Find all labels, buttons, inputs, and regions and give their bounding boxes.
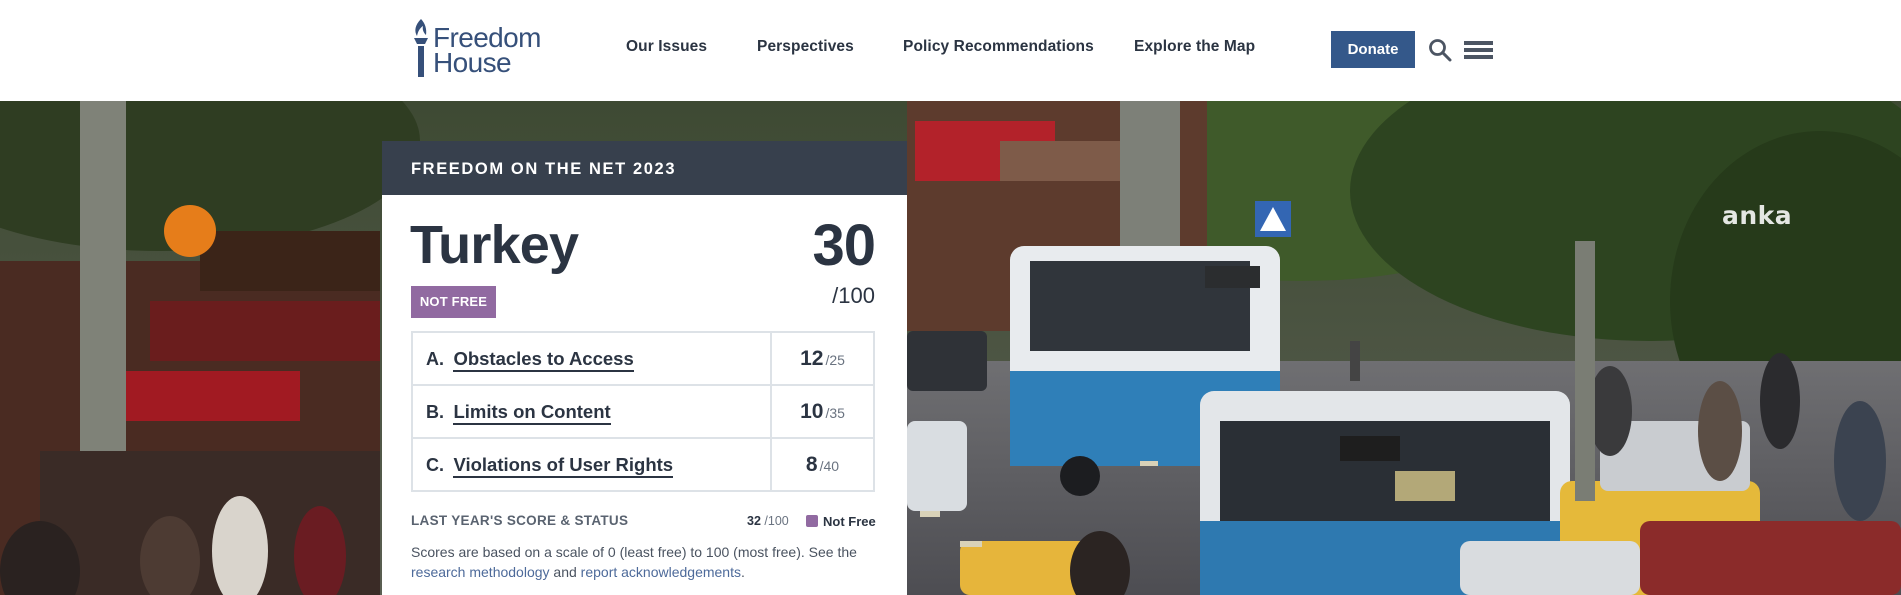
menu-bar [1464, 41, 1493, 45]
logo-wordmark: Freedom House [433, 24, 541, 78]
last-year-score-value: 32 [747, 514, 761, 528]
scale-note-end: . [740, 564, 745, 580]
category-score-cell: 12/25 [770, 331, 875, 386]
score-card: FREEDOM ON THE NET 2023 Turkey NOT FREE … [382, 141, 907, 595]
scale-note-text: Scores are based on a scale of 0 (least … [411, 544, 857, 560]
donate-button[interactable]: Donate [1331, 31, 1415, 68]
hero-banner: anka [0, 101, 1901, 595]
scale-note: Scores are based on a scale of 0 (least … [411, 542, 881, 582]
status-color-swatch [806, 515, 818, 527]
category-letter: C. [426, 454, 444, 475]
category-letter: B. [426, 401, 444, 422]
research-methodology-link[interactable]: research methodology [411, 564, 550, 580]
category-score: 10 [800, 399, 824, 423]
table-row: B. Limits on Content 10/35 [411, 384, 875, 439]
last-year-status: Not Free [823, 514, 876, 529]
status-badge: NOT FREE [411, 286, 496, 318]
site-header: Freedom House Our Issues Perspectives Po… [0, 0, 1901, 101]
photo-watermark: anka [1722, 201, 1793, 230]
nav-our-issues[interactable]: Our Issues [626, 38, 707, 56]
category-score-cell: 8/40 [770, 437, 875, 492]
street-scene-photo [0, 101, 1901, 595]
menu-bar [1464, 48, 1493, 52]
nav-perspectives[interactable]: Perspectives [757, 38, 854, 56]
scale-note-conjunction: and [553, 564, 577, 580]
freedom-house-logo[interactable]: Freedom House [411, 19, 547, 79]
torch-icon [414, 19, 428, 77]
category-link-limits-on-content[interactable]: Limits on Content [453, 400, 611, 425]
menu-bar [1464, 55, 1493, 59]
category-score-cell: 10/35 [770, 384, 875, 439]
category-score: 12 [800, 346, 824, 370]
report-title: FREEDOM ON THE NET 2023 [382, 141, 907, 195]
last-year-score: 32 /100 [747, 514, 789, 528]
country-name: Turkey [410, 215, 579, 275]
table-row: C. Violations of User Rights 8/40 [411, 437, 875, 492]
logo-line-2: House [433, 47, 512, 78]
table-row: A. Obstacles to Access 12/25 [411, 331, 875, 386]
category-max: /40 [819, 457, 840, 474]
category-name-cell: B. Limits on Content [411, 384, 772, 439]
category-score: 8 [805, 452, 818, 476]
category-scores-table: A. Obstacles to Access 12/25 B. Limits o… [411, 331, 875, 492]
total-score-max: /100 [832, 283, 875, 308]
category-link-violations-of-user-rights[interactable]: Violations of User Rights [453, 453, 674, 478]
hamburger-menu-icon[interactable] [1464, 41, 1493, 59]
category-letter: A. [426, 348, 444, 369]
report-acknowledgements-link[interactable]: report acknowledgements [581, 564, 741, 580]
category-max: /35 [825, 404, 845, 421]
last-year-label: LAST YEAR'S SCORE & STATUS [411, 513, 629, 528]
category-name-cell: C. Violations of User Rights [411, 437, 772, 492]
last-year-score-max: /100 [764, 514, 789, 528]
nav-policy-recommendations[interactable]: Policy Recommendations [903, 38, 1094, 56]
category-link-obstacles-to-access[interactable]: Obstacles to Access [453, 347, 634, 372]
nav-explore-the-map[interactable]: Explore the Map [1134, 38, 1255, 56]
category-name-cell: A. Obstacles to Access [411, 331, 772, 386]
category-max: /25 [825, 351, 845, 368]
total-score: 30 [812, 213, 876, 278]
search-icon[interactable] [1428, 38, 1452, 62]
